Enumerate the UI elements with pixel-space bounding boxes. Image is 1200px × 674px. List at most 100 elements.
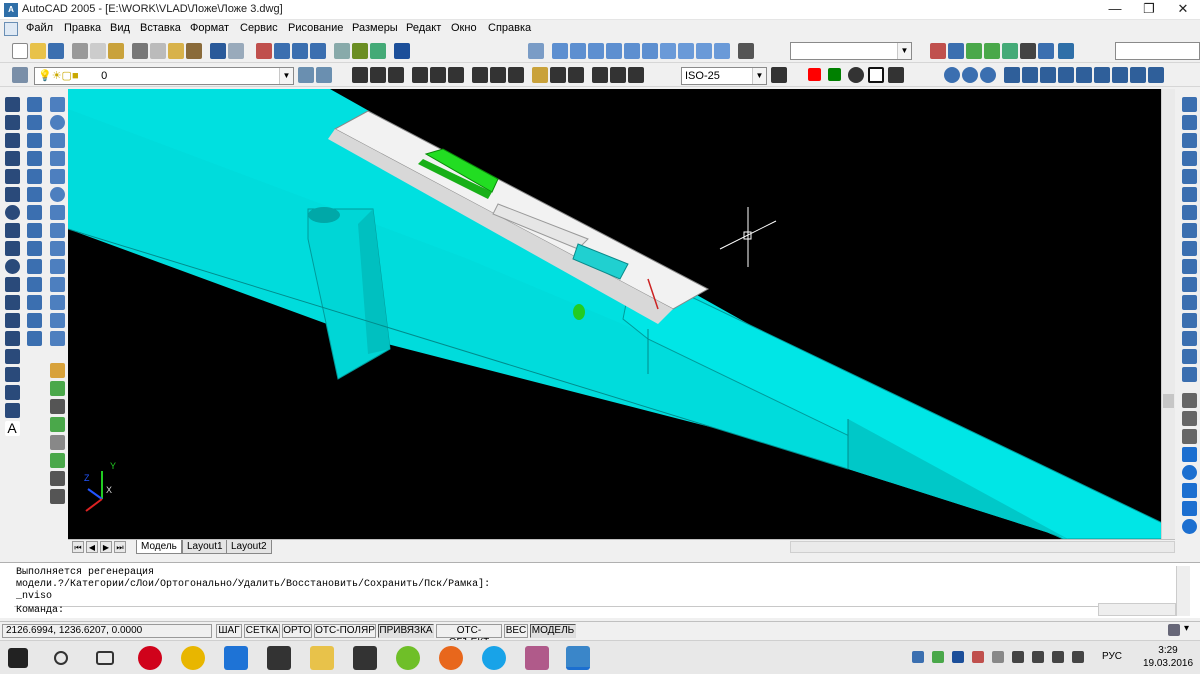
match-properties-icon[interactable] (186, 43, 202, 59)
menu-dimension[interactable]: Размеры (352, 22, 398, 34)
first-tab-icon[interactable]: ⏮ (72, 541, 84, 553)
edge-icon[interactable] (224, 646, 248, 670)
layer-manager-icon[interactable] (12, 67, 28, 83)
tolerance-icon[interactable] (550, 67, 566, 83)
diameter-dim-icon[interactable] (430, 67, 446, 83)
offset-faces-icon[interactable] (1040, 67, 1056, 83)
construction-line-icon[interactable] (4, 115, 20, 130)
circle-icon[interactable] (4, 205, 20, 220)
wedge-icon[interactable] (49, 169, 65, 184)
grid-button[interactable]: СЕТКА (244, 624, 280, 638)
surface-box-icon[interactable] (1181, 393, 1197, 408)
dim-update-icon[interactable] (628, 67, 644, 83)
sphere-icon[interactable] (49, 115, 65, 130)
vertical-scrollbar[interactable] (1161, 89, 1175, 539)
named-views-icon[interactable] (528, 43, 544, 59)
chrome-icon[interactable] (181, 646, 205, 670)
last-tab-icon[interactable]: ⏭ (114, 541, 126, 553)
battery-icon[interactable] (1012, 651, 1024, 663)
drawing-doc-icon[interactable] (4, 22, 18, 36)
command-hscrollbar[interactable] (1098, 603, 1176, 616)
square-icon[interactable] (868, 67, 884, 83)
offset-icon[interactable] (1181, 151, 1197, 166)
command-scrollbar[interactable] (1176, 566, 1190, 616)
arc-icon[interactable] (4, 187, 20, 202)
maximize-icon[interactable]: ❐ (1132, 0, 1166, 20)
object-ucs-icon[interactable] (966, 43, 982, 59)
command-window[interactable]: Выполняется регенерация модели.?/Категор… (0, 562, 1200, 618)
menu-edit[interactable]: Правка (64, 22, 101, 34)
zaxis-ucs-icon[interactable] (1038, 43, 1054, 59)
move-faces-icon[interactable] (1022, 67, 1038, 83)
tab-layout2[interactable]: Layout2 (226, 540, 272, 554)
zoom-previous-icon[interactable] (310, 43, 326, 59)
face-ucs-icon[interactable] (984, 43, 1000, 59)
bottom-view-icon[interactable] (570, 43, 586, 59)
nw-iso-icon[interactable] (714, 43, 730, 59)
language-indicator[interactable]: РУС (1102, 651, 1122, 662)
camera-icon[interactable] (738, 43, 754, 59)
se-iso-icon[interactable] (678, 43, 694, 59)
surface-cone-icon[interactable] (1181, 447, 1197, 462)
chamfer-icon[interactable] (1181, 331, 1197, 346)
taskbar-clock[interactable]: 3:29 19.03.2016 (1140, 644, 1196, 670)
fog-icon[interactable] (49, 471, 65, 486)
command-prompt[interactable]: Команда: (16, 605, 64, 616)
scale-icon[interactable] (1181, 223, 1197, 238)
prev-tab-icon[interactable]: ◀ (86, 541, 98, 553)
firefox-icon[interactable] (439, 646, 463, 670)
angular-dim-icon[interactable] (448, 67, 464, 83)
calculator-icon[interactable] (267, 646, 291, 670)
mtext-icon[interactable]: A (4, 421, 20, 436)
otrack-button[interactable]: ОТС-ОБЪЕКТ (436, 624, 502, 648)
menu-insert[interactable]: Вставка (140, 22, 181, 34)
front-view-icon[interactable] (624, 43, 640, 59)
polyline-icon[interactable] (4, 133, 20, 148)
menu-window[interactable]: Окно (451, 22, 477, 34)
trim-icon[interactable] (1181, 259, 1197, 274)
menu-file[interactable]: Файл (26, 22, 53, 34)
layer-combo[interactable]: 💡☀▢■ 0 ▼ (34, 67, 294, 85)
ucs-v4-icon[interactable] (26, 151, 42, 166)
surface-dome-icon[interactable] (1181, 483, 1197, 498)
gradient-icon[interactable] (4, 367, 20, 382)
menu-tools[interactable]: Сервис (240, 22, 278, 34)
ucs-v5-icon[interactable] (26, 169, 42, 184)
menu-view[interactable]: Вид (110, 22, 130, 34)
break-icon[interactable] (1181, 295, 1197, 310)
autocad-taskbar-icon[interactable] (566, 646, 590, 670)
move-icon[interactable] (1181, 187, 1197, 202)
drawing-viewport[interactable]: Y Z X (68, 89, 1175, 539)
tab-layout1[interactable]: Layout1 (182, 540, 228, 554)
baseline-dim-icon[interactable] (490, 67, 506, 83)
line-icon[interactable] (4, 97, 20, 112)
origin-ucs-icon[interactable] (1020, 43, 1036, 59)
close-icon[interactable]: ✕ (1166, 0, 1200, 20)
skype-icon[interactable] (482, 646, 506, 670)
dim-style-combo[interactable]: ISO-25 ▼ (681, 67, 767, 85)
menu-modify[interactable]: Редакт (406, 22, 441, 34)
make-layer-current-icon[interactable] (298, 67, 314, 83)
zoom-window-icon[interactable] (292, 43, 308, 59)
sw-iso-icon[interactable] (660, 43, 676, 59)
utorrent-icon[interactable] (396, 646, 420, 670)
undo-icon[interactable] (210, 43, 226, 59)
cut-icon[interactable] (132, 43, 148, 59)
ordinate-dim-icon[interactable] (388, 67, 404, 83)
table-icon[interactable] (4, 403, 20, 418)
pan-icon[interactable] (256, 43, 272, 59)
minimize-icon[interactable]: — (1098, 0, 1132, 20)
polar-button[interactable]: ОТС-ПОЛЯР (314, 624, 376, 638)
menu-draw[interactable]: Рисование (288, 22, 343, 34)
smiley-icon[interactable] (848, 67, 864, 83)
render-icon[interactable] (49, 363, 65, 378)
network-icon[interactable] (1072, 651, 1084, 663)
radius-dim-icon[interactable] (412, 67, 428, 83)
surface-dish-icon[interactable] (1181, 501, 1197, 516)
ucs-v8-icon[interactable] (26, 223, 42, 238)
rectangle-icon[interactable] (4, 169, 20, 184)
status-menu-chevron-icon[interactable]: ▾ (1184, 623, 1189, 634)
ucs-v3-icon[interactable] (26, 133, 42, 148)
ucs-v10-icon[interactable] (26, 259, 42, 274)
tray-icon-1[interactable] (912, 651, 924, 663)
